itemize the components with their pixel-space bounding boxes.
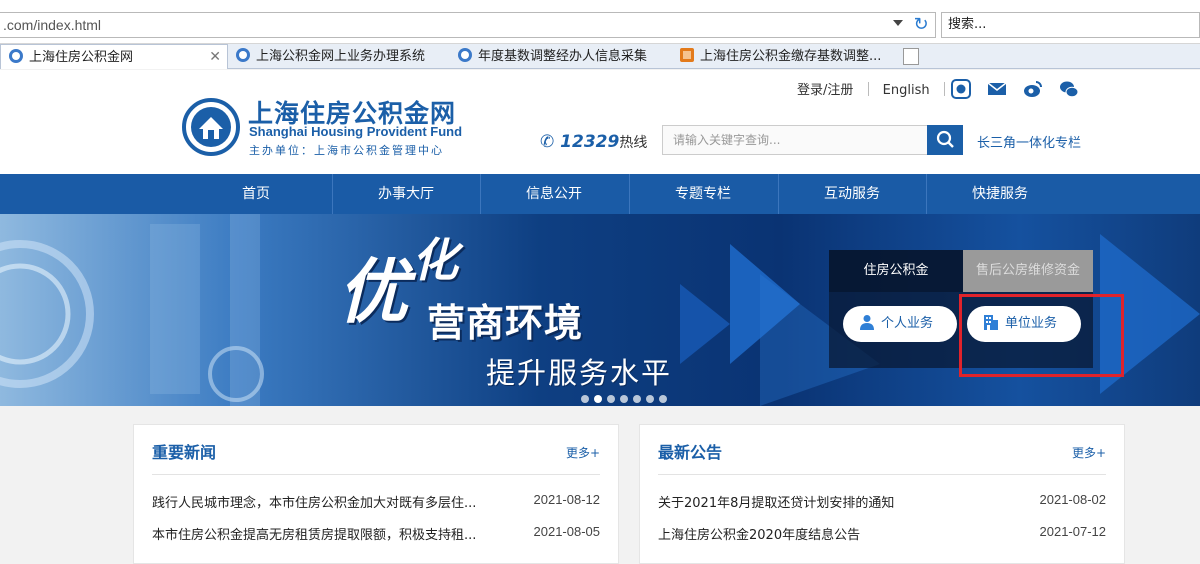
notices-title: 最新公告	[658, 443, 723, 462]
browser-tab[interactable]: 年度基数调整经办人信息采集	[450, 44, 672, 69]
news-item[interactable]: 践行人民城市理念，本市住房公积金加大对既有多层住... 2021-08-12	[152, 492, 600, 512]
site-favicon-icon	[458, 48, 472, 62]
site-logo-subtitle: Shanghai Housing Provident Fund	[249, 124, 463, 139]
notice-item-title[interactable]: 关于2021年8月提取还贷计划安排的通知	[658, 492, 1030, 511]
nav-item-info-disclosure[interactable]: 信息公开	[480, 174, 628, 214]
refresh-icon[interactable]: ↻	[910, 14, 932, 36]
hero-banner[interactable]: 优 化 营商环境 提升服务水平 住房公积金 售后公房维修资金 个人业务 单位业务	[0, 214, 1200, 406]
hotline: ✆ 12329热线	[540, 132, 647, 152]
browser-search-input[interactable]: 搜索...	[941, 12, 1200, 38]
notice-item-title[interactable]: 上海住房公积金2020年度结息公告	[658, 524, 1030, 543]
divider	[867, 82, 869, 96]
top-links: 登录/注册 English	[797, 79, 955, 98]
nav-item-service-hall[interactable]: 办事大厅	[332, 174, 480, 214]
address-input[interactable]: .com/index.html	[0, 12, 936, 38]
personal-business-button[interactable]: 个人业务	[843, 306, 957, 342]
wechat-icon[interactable]	[1059, 79, 1079, 99]
news-more-link[interactable]: 更多+	[566, 444, 600, 461]
site-header: 上海住房公积金网 Shanghai Housing Provident Fund…	[0, 70, 1200, 174]
divider	[943, 82, 945, 96]
notice-item-date: 2021-08-02	[1039, 492, 1107, 507]
news-item-date: 2021-08-12	[533, 492, 601, 507]
divider	[152, 474, 600, 475]
hotline-label: 热线	[619, 135, 648, 151]
site-organizer: 主办单位：上海市公积金管理中心	[249, 144, 444, 157]
tab-label: 年度基数调整经办人信息采集	[478, 49, 648, 64]
news-item-title[interactable]: 践行人民城市理念，本市住房公积金加大对既有多层住...	[152, 492, 524, 511]
news-item-date: 2021-08-05	[533, 524, 601, 539]
highlight-annotation	[959, 294, 1124, 377]
nav-item-quick-service[interactable]: 快捷服务	[926, 174, 1074, 214]
phone-icon: ✆	[540, 132, 555, 152]
browser-address-bar: .com/index.html ↻ 搜索...	[0, 0, 1200, 44]
carousel-dot[interactable]	[581, 395, 589, 403]
close-icon[interactable]: ✕	[209, 45, 221, 69]
nav-item-topics[interactable]: 专题专栏	[629, 174, 777, 214]
main-nav: 首页 办事大厅 信息公开 专题专栏 互动服务 快捷服务	[0, 174, 1200, 214]
carousel-dot[interactable]	[594, 395, 602, 403]
tab-label: 上海住房公积金网	[29, 50, 134, 65]
search-icon	[936, 130, 954, 148]
divider	[658, 474, 1106, 475]
slogan-sub: 提升服务水平	[486, 356, 673, 390]
nav-item-interactive[interactable]: 互动服务	[778, 174, 926, 214]
english-link[interactable]: English	[883, 83, 930, 98]
hotline-number: 12329	[560, 132, 620, 152]
notice-item[interactable]: 关于2021年8月提取还贷计划安排的通知 2021-08-02	[658, 492, 1106, 512]
site-favicon-icon	[9, 49, 23, 63]
address-dropdown-icon[interactable]	[893, 20, 903, 26]
social-icons	[951, 78, 1090, 99]
news-item-title[interactable]: 本市住房公积金提高无房租赁房提取限额，积极支持租...	[152, 524, 524, 543]
search-button[interactable]	[927, 125, 963, 155]
browser-tab[interactable]: 上海住房公积金缴存基数调整...	[672, 44, 900, 69]
carousel-dots	[581, 388, 672, 406]
nav-item-home[interactable]: 首页	[182, 174, 330, 214]
slogan-you: 优	[338, 251, 408, 333]
notice-item[interactable]: 上海住房公积金2020年度结息公告 2021-07-12	[658, 524, 1106, 544]
carousel-dot[interactable]	[607, 395, 615, 403]
carousel-dot[interactable]	[633, 395, 641, 403]
site-search-input[interactable]: 请输入关键字查询...	[662, 125, 928, 155]
tab-maintenance-fund[interactable]: 售后公房维修资金	[963, 250, 1093, 292]
browser-tab[interactable]: 上海公积金网上业务办理系统	[228, 44, 450, 69]
notice-item-date: 2021-07-12	[1039, 524, 1107, 539]
logo-icon[interactable]	[182, 98, 240, 156]
login-register-link[interactable]: 登录/注册	[797, 79, 853, 98]
carousel-dot[interactable]	[646, 395, 654, 403]
slogan-main: 营商环境	[427, 301, 584, 345]
personal-business-label: 个人业务	[881, 316, 934, 331]
tab-label: 上海住房公积金缴存基数调整...	[700, 49, 882, 64]
site-favicon-icon	[236, 48, 250, 62]
browser-tab[interactable]: 上海住房公积金网 ✕	[0, 44, 228, 69]
notices-more-link[interactable]: 更多+	[1072, 444, 1106, 461]
carousel-dot[interactable]	[620, 395, 628, 403]
news-item[interactable]: 本市住房公积金提高无房租赁房提取限额，积极支持租... 2021-08-05	[152, 524, 600, 544]
document-favicon-icon	[680, 48, 694, 62]
news-card: 重要新闻 更多+ 践行人民城市理念，本市住房公积金加大对既有多层住... 202…	[133, 424, 619, 564]
person-icon	[860, 315, 874, 330]
carousel-dot[interactable]	[659, 395, 667, 403]
tab-housing-fund[interactable]: 住房公积金	[829, 250, 963, 292]
app-icon[interactable]	[951, 78, 971, 99]
slogan-hua: 化	[412, 233, 458, 287]
tab-label: 上海公积金网上业务办理系统	[256, 49, 426, 64]
new-tab-icon[interactable]	[903, 48, 919, 65]
yangtze-delta-link[interactable]: 长三角一体化专栏	[977, 132, 1081, 151]
news-title: 重要新闻	[152, 443, 217, 462]
notices-card: 最新公告 更多+ 关于2021年8月提取还贷计划安排的通知 2021-08-02…	[639, 424, 1125, 564]
weibo-icon[interactable]	[1023, 79, 1043, 99]
mail-icon[interactable]	[987, 79, 1007, 99]
browser-tab-bar: 上海住房公积金网 ✕ 上海公积金网上业务办理系统 年度基数调整经办人信息采集 上…	[0, 44, 1200, 69]
